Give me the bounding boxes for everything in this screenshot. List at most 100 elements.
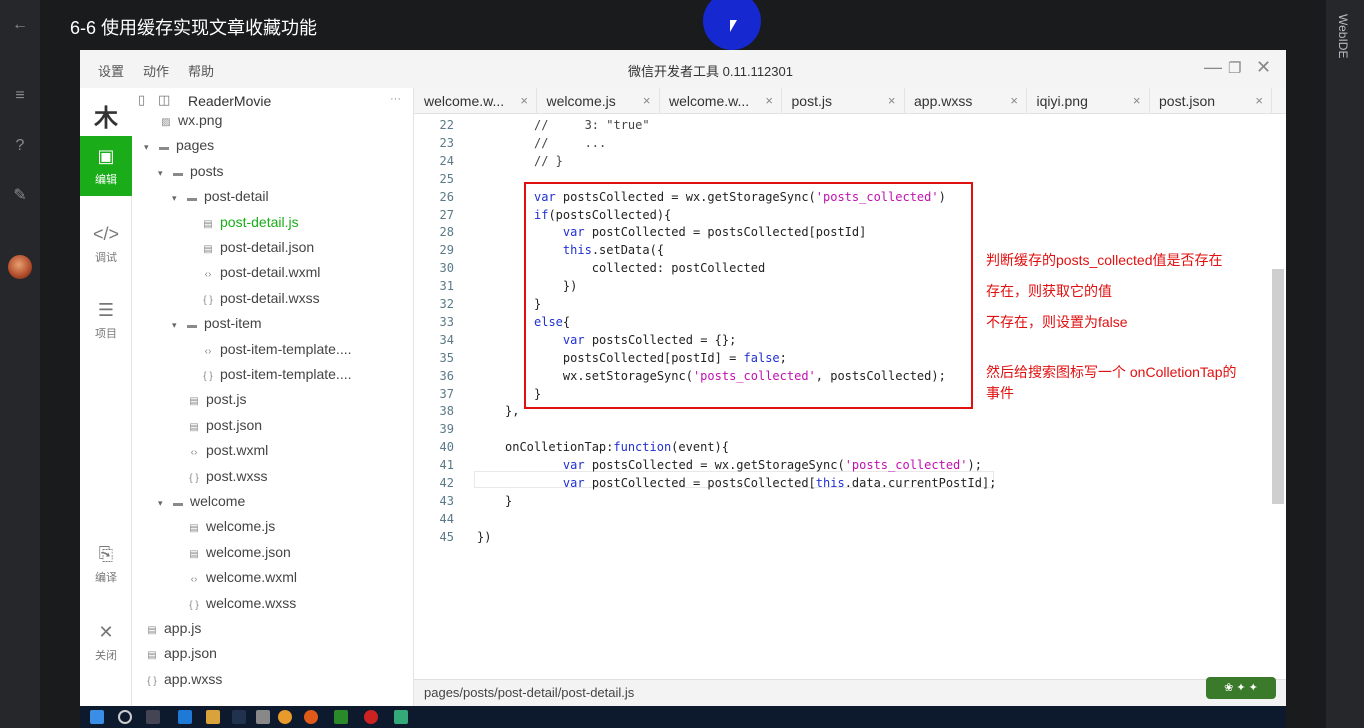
tree-file[interactable]: ‹› post-detail.wxml (200, 264, 321, 289)
tree-item-label: post-detail (204, 188, 269, 205)
tree-item-label: post-item (204, 315, 262, 332)
watermark-badge: ❀ ✦ ✦ (1206, 677, 1276, 699)
tree-item-label: post.js (206, 391, 247, 408)
tree-file[interactable]: ‹› post-item-template.... (200, 341, 352, 366)
file-icon: { } (189, 599, 199, 611)
editor-scrollbar[interactable] (1272, 269, 1284, 504)
back-arrow-icon[interactable]: ← (10, 15, 30, 35)
tree-file[interactable]: ▤ welcome.json (186, 544, 291, 569)
tree-file[interactable]: ‹› post.wxml (186, 442, 269, 467)
code-line: }) (477, 529, 492, 544)
nav-edit[interactable]: ▣ 编辑 (80, 136, 132, 196)
tree-file[interactable]: { } post.wxss (186, 468, 267, 493)
tree-folder[interactable]: ▾ ▬ welcome (158, 493, 245, 518)
nav-close-label: 关闭 (95, 650, 117, 662)
start-icon[interactable] (90, 710, 104, 724)
menu-settings[interactable]: 设置 (98, 61, 124, 80)
tab-close-icon[interactable]: × (520, 88, 528, 114)
mouse-cursor-icon (730, 20, 737, 32)
folder-icon: ▬ (187, 320, 197, 332)
tree-folder[interactable]: ▾ ▬ post-item (172, 315, 262, 340)
tree-folder[interactable]: ▾ ▬ post-detail (172, 188, 269, 213)
menu-actions[interactable]: 动作 (143, 61, 169, 80)
photoshop-icon[interactable] (232, 710, 246, 724)
nav-close[interactable]: ✕ 关闭 (80, 612, 132, 672)
close-icon[interactable]: ✕ (1256, 57, 1271, 78)
help-icon[interactable]: ? (10, 136, 30, 156)
nav-project[interactable]: ☰ 项目 (80, 290, 132, 350)
more-icon[interactable]: ··· (390, 93, 401, 105)
edge-icon[interactable] (178, 710, 192, 724)
wechat-devtools-icon[interactable] (334, 710, 348, 724)
tree-file[interactable]: ▤ post-detail.js (200, 214, 298, 239)
chevron-down-icon[interactable]: ▾ (158, 498, 168, 509)
tree-file[interactable]: { } post-detail.wxss (200, 290, 319, 315)
minimize-icon[interactable]: — (1204, 57, 1222, 78)
file-tree: ▯ ◫ ReaderMovie ··· ▨ wx.png ▾ ▬ pages ▾ ▬ post… (132, 88, 414, 706)
code-editor[interactable]: 22 // 3: "true" 23 // ... 24 // } 25 26 var post… (414, 114, 1286, 679)
editor-tab[interactable]: app.wxss × (904, 88, 1027, 114)
layout-icon[interactable]: ◫ (158, 92, 170, 108)
tree-file[interactable]: ▨ wx.png (158, 112, 222, 137)
tree-file[interactable]: ▤ post.json (186, 417, 262, 442)
chevron-down-icon[interactable]: ▾ (172, 320, 182, 331)
tab-label: post.json (1159, 93, 1216, 109)
editor-tab[interactable]: welcome.js × (537, 88, 660, 114)
tree-file[interactable]: ▤ app.json (144, 645, 217, 670)
search-icon[interactable] (118, 710, 132, 724)
tree-file[interactable]: ▤ app.js (144, 620, 201, 645)
tab-close-icon[interactable]: × (888, 88, 896, 114)
tree-item-label: app.json (164, 645, 217, 662)
tree-file[interactable]: ▤ post-detail.json (200, 239, 314, 264)
editor-tab[interactable]: welcome.w... × (659, 88, 782, 114)
editor-tab[interactable]: iqiyi.png × (1027, 88, 1150, 114)
chevron-down-icon[interactable]: ▾ (172, 193, 182, 204)
phone-icon[interactable]: ▯ (138, 92, 145, 108)
app2-icon[interactable] (394, 710, 408, 724)
line-number: 39 (439, 422, 454, 437)
menu-help[interactable]: 帮助 (188, 61, 214, 80)
editor-tab[interactable]: post.json × (1149, 88, 1272, 114)
editor-tab[interactable]: post.js × (782, 88, 905, 114)
tree-folder[interactable]: ▾ ▬ posts (158, 163, 223, 188)
tree-file[interactable]: ▤ post.js (186, 391, 246, 416)
tree-file[interactable]: { } app.wxss (144, 671, 222, 696)
firefox-icon[interactable] (304, 710, 318, 724)
tree-file[interactable]: { } post-item-template.... (200, 366, 351, 391)
menu-icon[interactable]: ≡ (10, 86, 30, 106)
recorder-icon[interactable] (364, 710, 378, 724)
tree-file[interactable]: { } welcome.wxss (186, 595, 296, 620)
tab-close-icon[interactable]: × (1255, 88, 1263, 114)
explorer-icon[interactable] (206, 710, 220, 724)
tab-label: iqiyi.png (1036, 93, 1088, 109)
file-icon: ▤ (189, 523, 199, 535)
nav-debug[interactable]: </> 调试 (80, 214, 132, 274)
maximize-icon[interactable]: ❐ (1228, 59, 1241, 77)
code-icon: ▣ (97, 146, 115, 166)
chrome-icon[interactable] (278, 710, 292, 724)
tab-close-icon[interactable]: × (643, 88, 651, 114)
tree-folder[interactable]: ▾ ▬ pages (144, 137, 214, 162)
os-taskbar (80, 706, 1286, 728)
taskview-icon[interactable] (146, 710, 160, 724)
tree-item-label: welcome.wxml (206, 569, 298, 586)
app-icon[interactable] (256, 710, 270, 724)
window-title: 微信开发者工具 0.11.112301 (628, 64, 793, 79)
editor-tab[interactable]: welcome.w... × (414, 88, 537, 114)
nav-compile[interactable]: ⎘ 编译 (80, 534, 132, 594)
avatar[interactable] (8, 255, 32, 279)
tab-close-icon[interactable]: × (1010, 88, 1018, 114)
tab-close-icon[interactable]: × (765, 88, 773, 114)
chevron-down-icon[interactable]: ▾ (158, 168, 168, 179)
tree-item-label: post-detail.wxml (220, 264, 321, 281)
tab-close-icon[interactable]: × (1133, 88, 1141, 114)
chevron-down-icon[interactable]: ▾ (144, 142, 154, 153)
tree-item-label: welcome.wxss (206, 594, 297, 611)
pencil-icon[interactable]: ✎ (10, 186, 30, 206)
tree-file[interactable]: ‹› welcome.wxml (186, 569, 297, 594)
tab-label: welcome.w... (669, 93, 750, 109)
webide-label[interactable]: WebIDE (1336, 14, 1350, 58)
tab-label: app.wxss (914, 93, 973, 109)
line-number: 31 (439, 279, 454, 294)
tree-file[interactable]: ▤ welcome.js (186, 518, 275, 543)
